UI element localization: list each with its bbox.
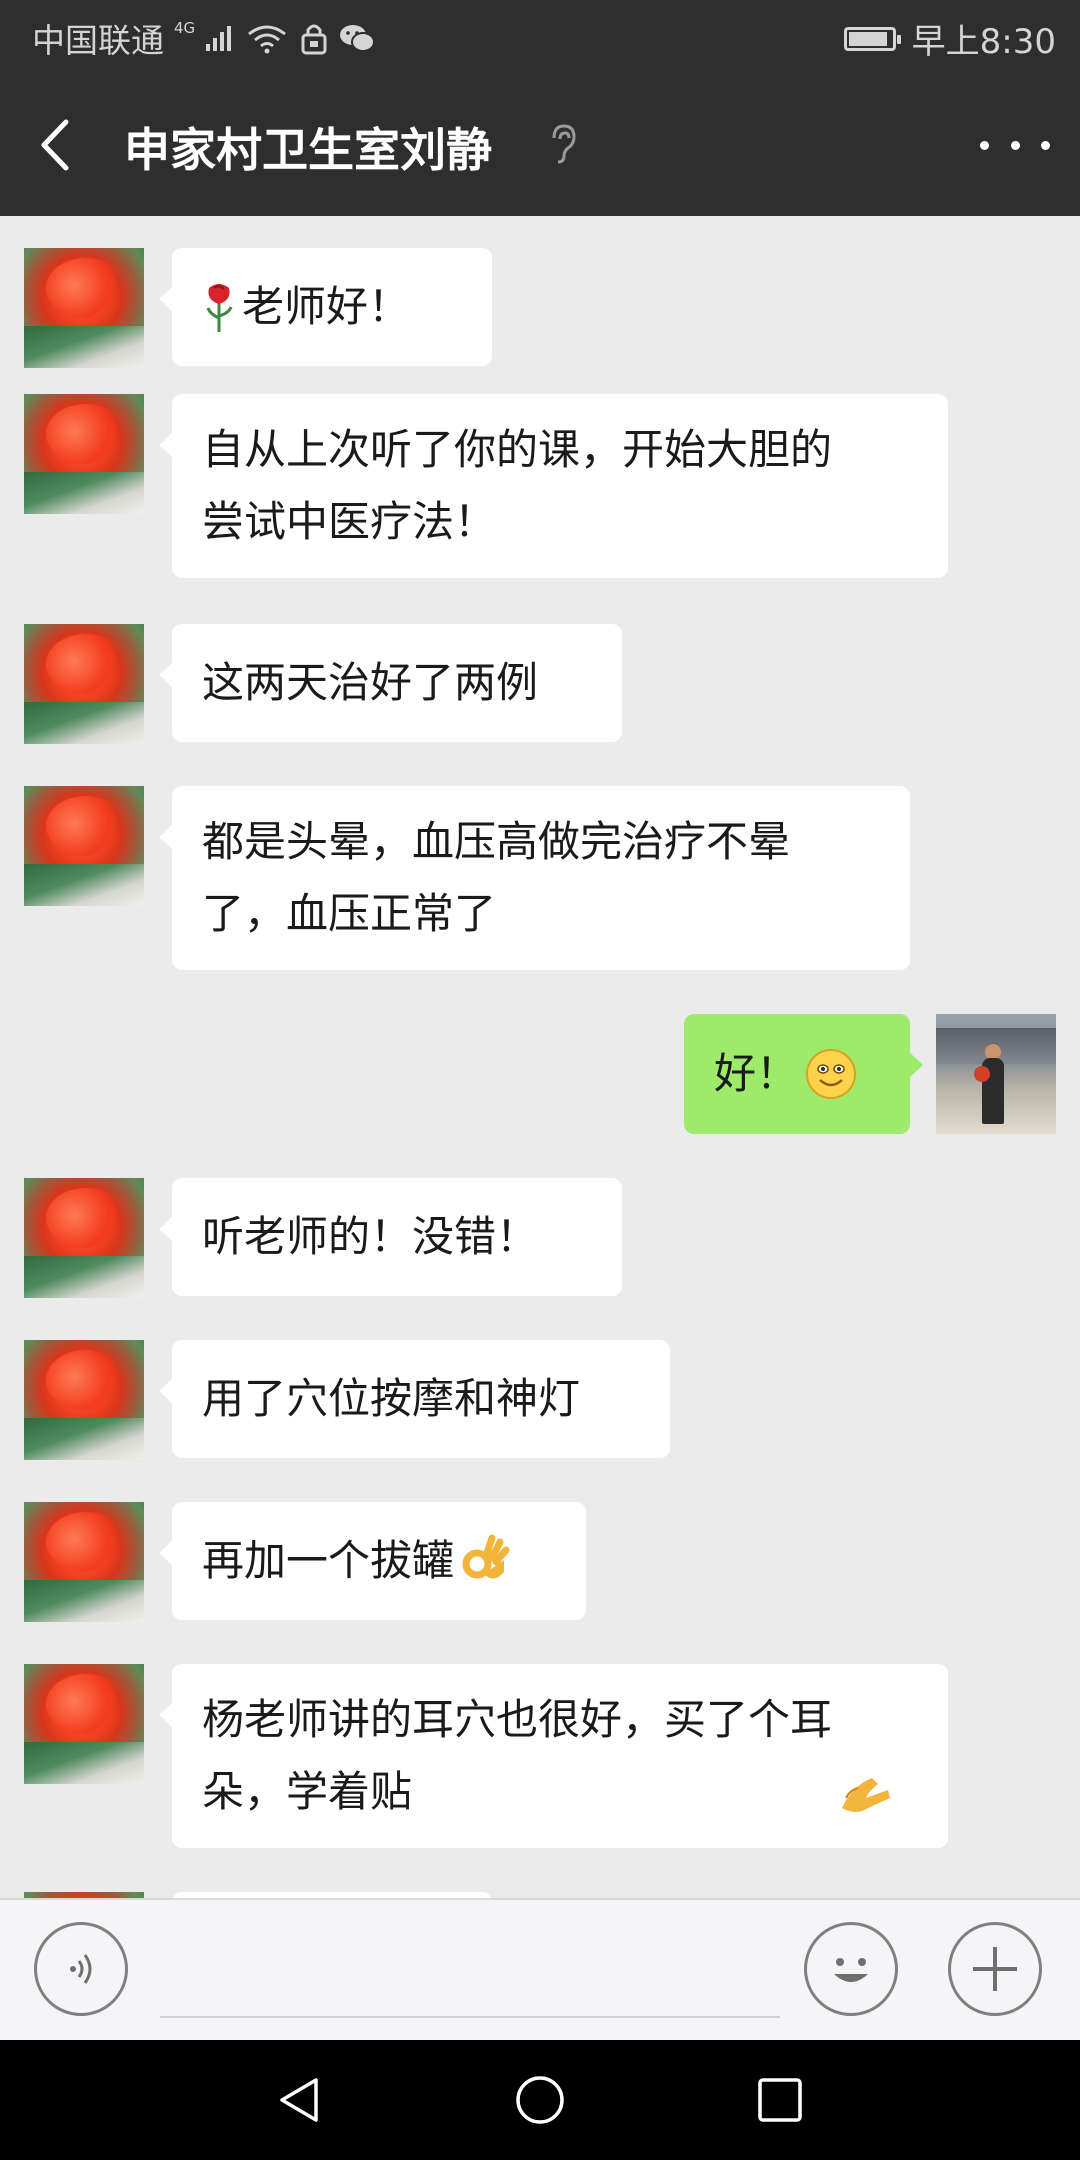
nav-home-button[interactable]	[510, 2070, 570, 2130]
status-right: 早上8:30	[843, 14, 1056, 63]
clock: 早上8:30	[911, 22, 1056, 62]
message-bubble[interactable]: 自从上次听了你的课，开始大胆的 尝试中医疗法！	[159, 394, 948, 578]
ok-hand-emoji-icon	[462, 1534, 510, 1579]
message-bubble[interactable]: 都是头晕，血压高做完治疗不晕 了，血压正常了	[159, 786, 910, 970]
nav-recents-button[interactable]	[750, 2070, 810, 2130]
message-text: 老师好！	[242, 282, 411, 331]
ear-icon	[548, 122, 578, 170]
battery-icon	[843, 26, 901, 51]
message-bubble[interactable]: 听老师的！没错！	[159, 1178, 622, 1296]
contact-avatar[interactable]	[24, 1664, 144, 1784]
more-dot	[1010, 140, 1020, 150]
message-text: 这两天治好了两例	[202, 658, 539, 707]
lock-icon	[299, 21, 329, 55]
plus-button[interactable]	[948, 1922, 1042, 2016]
nav-recents-icon	[758, 2078, 802, 2122]
message-text: 杨老师讲的耳穴也很好，买了个耳 朵，学着贴	[202, 1695, 833, 1816]
nav-back-icon	[280, 2078, 318, 2122]
status-left: 中国联通 4G	[32, 14, 376, 62]
contact-avatar[interactable]	[24, 1340, 144, 1460]
message-list[interactable]: 老师好！ 自从上次听了你的课，开始大胆的 尝试中医疗法！ 这两天治好了两例 都是…	[0, 216, 1080, 1898]
contact-avatar[interactable]	[24, 786, 144, 906]
message-bubble[interactable]: 再加一个拔罐	[159, 1502, 586, 1620]
message-text: 听老师的！没错！	[202, 1212, 539, 1261]
message-bubble[interactable]: 这两天治好了两例	[159, 624, 622, 742]
message-text: 用了穴位按摩和神灯	[202, 1374, 581, 1423]
message-bubble[interactable]: 用了穴位按摩和神灯	[159, 1340, 670, 1458]
signal-icon	[205, 24, 235, 52]
contact-avatar[interactable]	[24, 1178, 144, 1298]
chevron-left-icon	[41, 119, 69, 171]
message-input[interactable]	[160, 1922, 780, 2018]
smile-emoji-icon	[806, 1049, 857, 1099]
message-bubble[interactable]: 杨老师讲的耳穴也很好，买了个耳 朵，学着贴	[159, 1664, 948, 1848]
avatar-photo-flowers	[974, 1066, 990, 1082]
more-dot	[1041, 140, 1050, 150]
plus-icon	[973, 1947, 1017, 1991]
emoji-button[interactable]	[804, 1922, 898, 2016]
contact-avatar[interactable]	[24, 1502, 144, 1622]
network-type: 4G	[174, 19, 196, 37]
contact-avatar[interactable]	[24, 394, 144, 514]
message-text: 都是头晕，血压高做完治疗不晕 了，血压正常了	[202, 817, 791, 938]
message-text: 再加一个拔罐	[202, 1536, 455, 1585]
emoji-face-icon	[834, 1958, 868, 1982]
system-nav-bar	[0, 2040, 1080, 2160]
input-bar	[0, 1898, 1080, 2042]
message-text: 好！	[714, 1049, 799, 1098]
nav-home-icon	[516, 2076, 564, 2124]
voice-icon	[70, 1954, 92, 1984]
rose-emoji-icon	[206, 284, 233, 332]
wifi-icon	[245, 22, 289, 54]
message-bubble-self[interactable]: 好！	[684, 1014, 923, 1134]
voice-button[interactable]	[34, 1922, 128, 2016]
carrier-name: 中国联通	[32, 21, 164, 60]
contact-avatar[interactable]	[24, 624, 144, 744]
more-button[interactable]	[980, 112, 1050, 178]
chat-header: 申家村卫生室刘静	[0, 74, 1080, 216]
contact-avatar[interactable]	[24, 248, 144, 368]
status-bar: 中国联通 4G 早上8:30	[0, 0, 1080, 74]
chat-title: 申家村卫生室刘静	[124, 123, 492, 177]
more-dots-icon	[980, 140, 989, 150]
nav-back-button[interactable]	[270, 2070, 330, 2130]
back-button[interactable]	[30, 108, 90, 182]
self-avatar[interactable]	[936, 1014, 1056, 1134]
message-text: 自从上次听了你的课，开始大胆的 尝试中医疗法！	[202, 425, 833, 546]
message-content: 杨老师讲的耳穴也很好，买了个耳 朵，学着贴	[202, 1684, 894, 1828]
message-bubble[interactable]: 老师好！	[159, 248, 492, 366]
clapping-hand-emoji-icon	[842, 1778, 891, 1812]
wechat-icon	[339, 23, 376, 53]
